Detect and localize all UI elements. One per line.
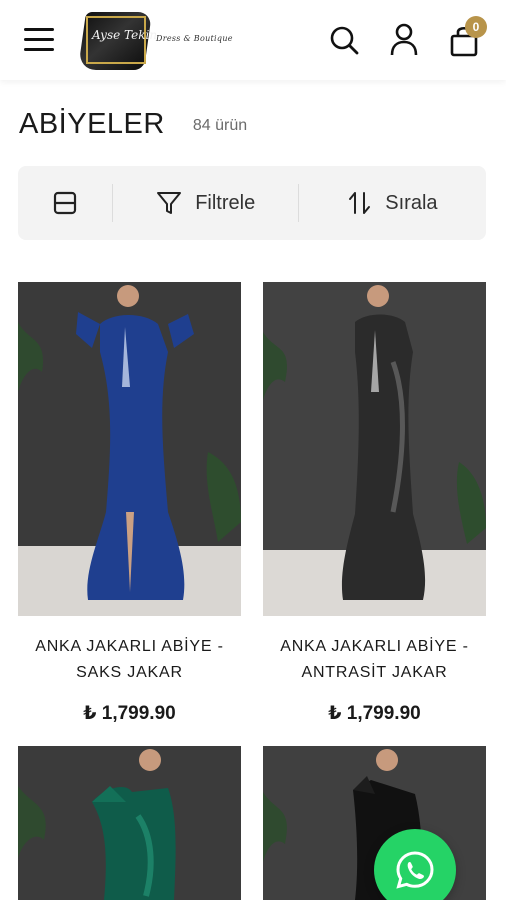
- sort-button[interactable]: Sırala: [299, 166, 486, 240]
- product-image[interactable]: [18, 282, 241, 616]
- brand-logo[interactable]: Ayse Tekin Dress & Boutique: [77, 8, 233, 72]
- product-name-line: ANKA JAKARLI ABİYE -: [35, 638, 224, 655]
- page-title: ABİYELER: [19, 107, 165, 140]
- menu-icon[interactable]: [24, 28, 54, 52]
- logo-text: Ayse Tekin: [92, 28, 158, 42]
- product-image[interactable]: [18, 746, 241, 900]
- category-header: ABİYELER 84 ürün: [19, 104, 247, 144]
- sort-icon: [349, 192, 371, 214]
- product-image[interactable]: [263, 282, 486, 616]
- layout-toggle-button[interactable]: [18, 166, 112, 240]
- product-count: 84 ürün: [192, 117, 248, 134]
- whatsapp-icon: [396, 851, 434, 889]
- product-card[interactable]: ANKA JAKARLI ABİYE - ANTRASİT JAKAR ₺ 1,…: [263, 282, 486, 725]
- product-name-line: ANKA JAKARLI ABİYE -: [280, 638, 469, 655]
- logo-tagline: Dress & Boutique: [156, 34, 233, 43]
- filter-button[interactable]: Filtrele: [113, 166, 298, 240]
- search-icon[interactable]: [328, 22, 360, 58]
- filter-icon: [157, 192, 182, 214]
- cart-icon[interactable]: 0: [449, 16, 487, 58]
- product-name[interactable]: ANKA JAKARLI ABİYE - ANTRASİT JAKAR: [263, 634, 486, 686]
- product-name-line: ANTRASİT JAKAR: [301, 664, 448, 681]
- product-price: ₺ 1,799.90: [83, 703, 176, 724]
- layout-grid-icon: [53, 191, 76, 215]
- user-icon[interactable]: [389, 22, 421, 58]
- listing-toolbar: Filtrele Sırala: [18, 166, 486, 240]
- cart-count-badge: 0: [465, 16, 487, 38]
- product-card[interactable]: ANKA JAKARLI ABİYE - SAKS JAKAR ₺ 1,799.…: [18, 282, 241, 725]
- product-price: ₺ 1,799.90: [328, 703, 421, 724]
- sort-label: Sırala: [385, 191, 438, 214]
- filter-label: Filtrele: [195, 191, 256, 214]
- product-name[interactable]: ANKA JAKARLI ABİYE - SAKS JAKAR: [18, 634, 241, 686]
- product-name-line: SAKS JAKAR: [76, 664, 183, 681]
- site-header: Ayse Tekin Dress & Boutique 0: [0, 0, 506, 80]
- product-card[interactable]: [18, 746, 241, 900]
